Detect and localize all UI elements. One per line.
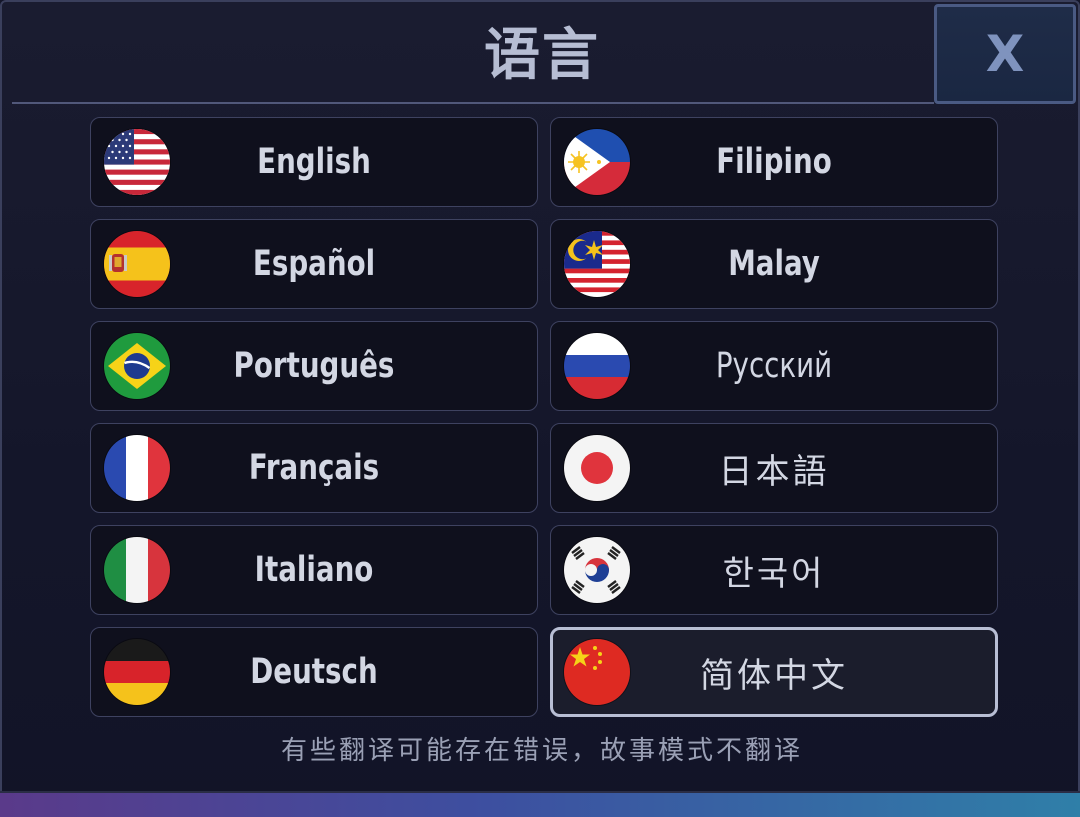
language-label: Deutsch <box>250 652 378 692</box>
language-option-japanese[interactable]: 日本語 <box>550 423 998 513</box>
language-label: Italiano <box>254 550 374 590</box>
language-label: Русский <box>715 346 833 386</box>
language-grid: English Filipino Español Malay Português… <box>90 117 998 717</box>
language-option-english[interactable]: English <box>90 117 538 207</box>
language-option-francais[interactable]: Français <box>90 423 538 513</box>
bottom-accent-bar <box>0 793 1080 817</box>
language-label: 简体中文 <box>700 655 848 696</box>
language-dialog: 语言 X English Filipino Español Malay Port… <box>0 0 1080 817</box>
language-option-russian[interactable]: Русский <box>550 321 998 411</box>
language-label: English <box>257 142 371 182</box>
language-option-deutsch[interactable]: Deutsch <box>90 627 538 717</box>
dialog-title: 语言 <box>484 23 600 88</box>
language-label: Português <box>233 346 395 386</box>
language-option-filipino[interactable]: Filipino <box>550 117 998 207</box>
language-label: Français <box>248 448 380 488</box>
language-option-espanol[interactable]: Español <box>90 219 538 309</box>
language-option-portugues[interactable]: Português <box>90 321 538 411</box>
language-option-malay[interactable]: Malay <box>550 219 998 309</box>
language-option-korean[interactable]: 한국어 <box>550 525 998 615</box>
language-option-italiano[interactable]: Italiano <box>90 525 538 615</box>
language-label: 한국어 <box>722 553 826 594</box>
language-label: Malay <box>728 244 820 284</box>
language-label: Español <box>252 244 376 284</box>
language-option-simplified-chinese[interactable]: 简体中文 <box>550 627 998 717</box>
language-label: 日本語 <box>718 451 830 492</box>
title-divider <box>12 102 934 104</box>
close-button[interactable]: X <box>934 4 1076 104</box>
close-icon: X <box>985 25 1025 83</box>
translation-disclaimer: 有些翻译可能存在错误，故事模式不翻译 <box>280 736 803 766</box>
language-label: Filipino <box>716 142 832 182</box>
